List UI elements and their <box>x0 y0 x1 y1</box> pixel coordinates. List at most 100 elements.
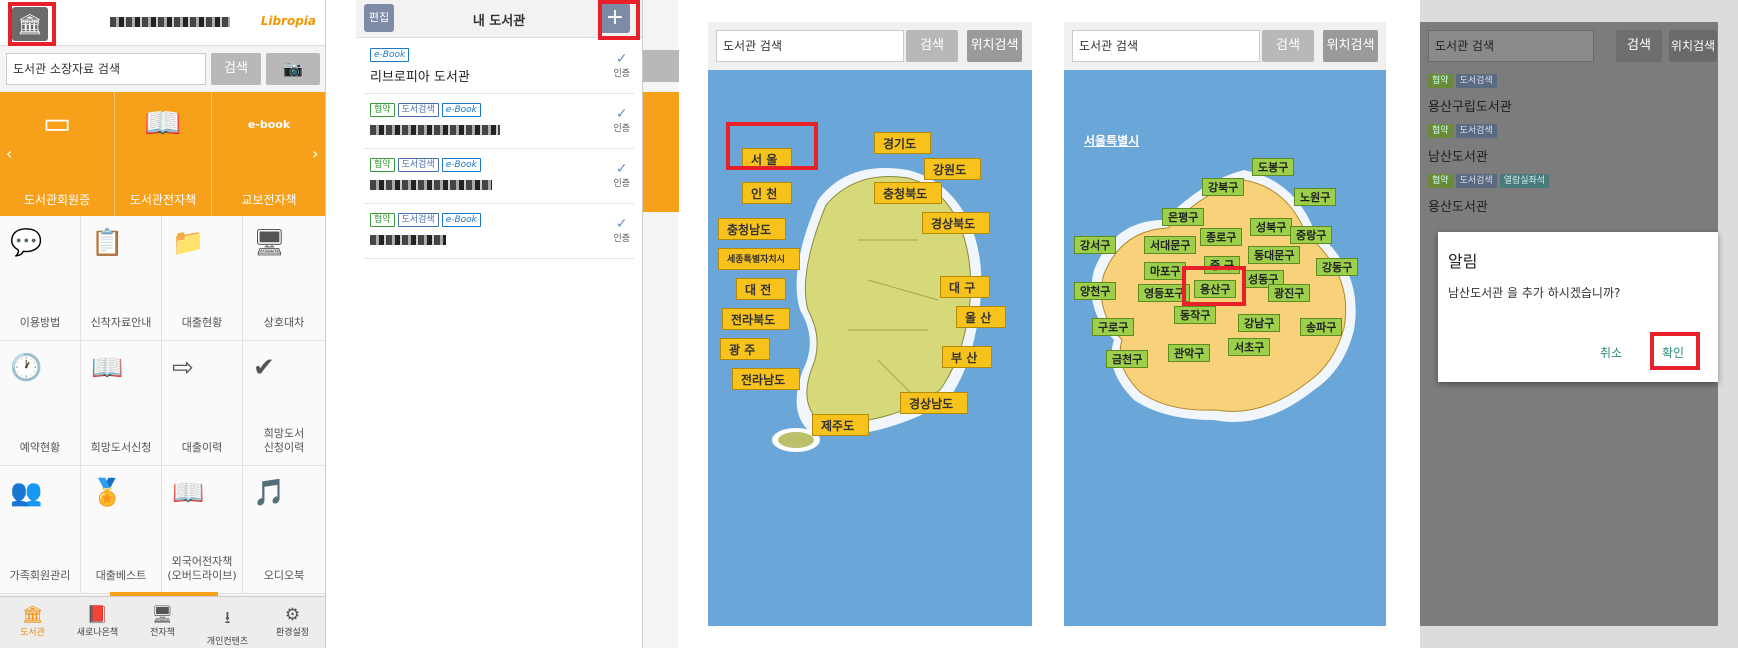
search-bar: 도서관 검색 검색 위치검색 <box>1064 22 1386 70</box>
search-input[interactable]: 도서관 검색 <box>716 30 904 62</box>
camera-icon[interactable]: 📷 <box>266 53 320 85</box>
district-dobong[interactable]: 도봉구 <box>1252 158 1295 176</box>
district-gangseo[interactable]: 강서구 <box>1074 236 1117 254</box>
carousel-item-card[interactable]: ▭ 도서관회원증 <box>0 92 115 216</box>
district-dongjak[interactable]: 동작구 <box>1174 306 1217 324</box>
menu-family[interactable]: 👥 가족회원관리 <box>0 466 81 594</box>
auth-label: 인증 <box>613 124 630 134</box>
menu-guide[interactable]: 💬 이용방법 <box>0 216 81 341</box>
carousel: ‹ ▭ 도서관회원증 📖 도서관전자책 e-book 교보전자책 › <box>0 92 325 216</box>
search-input[interactable]: 도서관 검색 <box>1072 30 1260 62</box>
menu-reservation[interactable]: 🕐 예약현황 <box>0 341 81 466</box>
confirm-button[interactable]: 확인 <box>1662 344 1684 361</box>
district-jung[interactable]: 중 구 <box>1204 256 1241 274</box>
tag-ebook: e-Book <box>441 103 481 117</box>
region-gyeongbuk[interactable]: 경상북도 <box>922 212 991 234</box>
menu-audiobook[interactable]: 🎵 오디오북 <box>243 466 325 594</box>
carousel-item-kyobo[interactable]: e-book 교보전자책 <box>212 92 325 216</box>
district-seongbuk[interactable]: 성북구 <box>1250 218 1293 236</box>
region-jeju[interactable]: 제주도 <box>812 414 870 436</box>
district-gwanak[interactable]: 관악구 <box>1168 344 1211 362</box>
region-jeonbuk[interactable]: 전라북도 <box>722 308 791 330</box>
region-sejong[interactable]: 세종특별자치시 <box>718 248 800 270</box>
result-row[interactable]: 협약 도서검색 열람실좌석 용산도서관 <box>1428 172 1708 222</box>
tag-agreement: 협약 <box>1428 174 1453 188</box>
search-input[interactable]: 도서관 검색 <box>1428 30 1594 62</box>
district-yangcheon[interactable]: 양천구 <box>1074 282 1117 300</box>
region-seoul[interactable]: 서 울 <box>742 148 793 170</box>
carousel-next-icon[interactable]: › <box>312 144 318 163</box>
region-ulsan[interactable]: 울 산 <box>956 306 1007 328</box>
auth-badge[interactable]: ✓ 인증 <box>613 52 630 79</box>
location-search-button[interactable]: 위치검색 <box>967 30 1022 62</box>
district-yongsan[interactable]: 용산구 <box>1194 280 1237 298</box>
auth-badge[interactable]: ✓ 인증 <box>613 162 630 189</box>
menu-loan-status[interactable]: 📁 대출현황 <box>162 216 243 341</box>
result-row[interactable]: 협약 도서검색 용산구립도서관 <box>1428 72 1708 122</box>
library-home-icon[interactable]: 🏛 <box>12 7 48 41</box>
menu-new-arrivals[interactable]: 📋 신착자료안내 <box>81 216 162 341</box>
region-gwangju[interactable]: 광 주 <box>720 338 771 360</box>
region-daegu[interactable]: 대 구 <box>940 276 991 298</box>
district-jungnang[interactable]: 중랑구 <box>1290 226 1333 244</box>
dialog-message: 남산도서관 을 추가 하시겠습니까? <box>1448 286 1621 300</box>
district-gwangjin[interactable]: 광진구 <box>1268 284 1311 302</box>
region-gyeongnam[interactable]: 경상남도 <box>900 392 969 414</box>
nav-new-books[interactable]: 📕 새로나온책 <box>65 597 130 648</box>
library-row[interactable]: 협약 도서검색 e-Book ✓ 인증 <box>364 150 634 204</box>
district-seocho[interactable]: 서초구 <box>1228 338 1271 356</box>
search-input[interactable]: 도서관 소장자료 검색 <box>6 53 206 85</box>
search-button[interactable]: 검색 <box>906 30 958 62</box>
library-row[interactable]: e-Book 리브로피아 도서관 ✓ 인증 <box>364 40 634 94</box>
tag-agreement: 협약 <box>370 213 395 227</box>
menu-wish-book[interactable]: 📖 희망도서신청 <box>81 341 162 466</box>
district-geumcheon[interactable]: 금천구 <box>1106 350 1149 368</box>
district-yeongdeungpo[interactable]: 영등포구 <box>1138 284 1191 302</box>
search-button[interactable]: 검색 <box>1616 30 1662 62</box>
district-gangnam[interactable]: 강남구 <box>1238 314 1281 332</box>
auth-badge[interactable]: ✓ 인증 <box>613 217 630 244</box>
add-library-button[interactable]: + <box>600 3 630 33</box>
menu-wish-history[interactable]: ✔ 희망도서 신청이력 <box>243 341 325 466</box>
region-gangwon[interactable]: 강원도 <box>924 158 982 180</box>
menu-overdrive[interactable]: 📖 외국어전자책 (오버드라이브) <box>162 466 243 594</box>
nav-library[interactable]: 🏛 도서관 <box>0 597 65 648</box>
library-row[interactable]: 협약 도서검색 e-Book ✓ 인증 <box>364 205 634 259</box>
region-busan[interactable]: 부 산 <box>942 346 993 368</box>
tag-list: 협약 도서검색 e-Book <box>370 211 484 227</box>
region-incheon[interactable]: 인 천 <box>742 182 793 204</box>
result-row[interactable]: 협약 도서검색 남산도서관 <box>1428 122 1708 172</box>
district-seodaemun[interactable]: 서대문구 <box>1144 236 1197 254</box>
auth-badge[interactable]: ✓ 인증 <box>613 107 630 134</box>
region-chungbuk[interactable]: 충청북도 <box>874 182 943 204</box>
cancel-button[interactable]: 취소 <box>1600 344 1622 361</box>
region-chungnam[interactable]: 충청남도 <box>718 218 787 240</box>
location-search-button[interactable]: 위치검색 <box>1323 30 1378 62</box>
district-jongno[interactable]: 종로구 <box>1200 228 1243 246</box>
district-gangdong[interactable]: 강동구 <box>1316 258 1359 276</box>
location-search-button[interactable]: 위치검색 <box>1669 30 1717 62</box>
region-daejeon[interactable]: 대 전 <box>736 278 787 300</box>
nav-label: 전자책 <box>150 628 175 638</box>
district-nowon[interactable]: 노원구 <box>1294 188 1337 206</box>
menu-loan-history[interactable]: ⇨ 대출이력 <box>162 341 243 466</box>
search-button[interactable]: 검색 <box>1262 30 1314 62</box>
nav-personal[interactable]: ⭳ 개인컨텐츠 <box>195 597 260 648</box>
nav-settings[interactable]: ⚙ 환경설정 <box>260 597 325 648</box>
library-name-blurred <box>370 125 500 135</box>
district-gangbuk[interactable]: 강북구 <box>1202 178 1245 196</box>
district-guro[interactable]: 구로구 <box>1092 318 1135 336</box>
nav-ebook[interactable]: 🖥 전자책 <box>130 597 195 648</box>
district-mapo[interactable]: 마포구 <box>1144 262 1187 280</box>
ebook-icon: 📖 <box>172 478 205 508</box>
menu-interlibrary[interactable]: 🖥 상호대차 <box>243 216 325 341</box>
region-jeonnam[interactable]: 전라남도 <box>732 368 801 390</box>
district-songpa[interactable]: 송파구 <box>1300 318 1343 336</box>
library-row[interactable]: 협약 도서검색 e-Book ✓ 인증 <box>364 95 634 149</box>
menu-best[interactable]: 🏅 대출베스트 <box>81 466 162 594</box>
search-button[interactable]: 검색 <box>211 53 261 85</box>
district-dongdaemun[interactable]: 동대문구 <box>1248 246 1301 264</box>
carousel-item-ebook[interactable]: 📖 도서관전자책 <box>115 92 212 216</box>
region-gyeonggi[interactable]: 경기도 <box>874 132 932 154</box>
district-eunpyeong[interactable]: 은평구 <box>1162 208 1205 226</box>
